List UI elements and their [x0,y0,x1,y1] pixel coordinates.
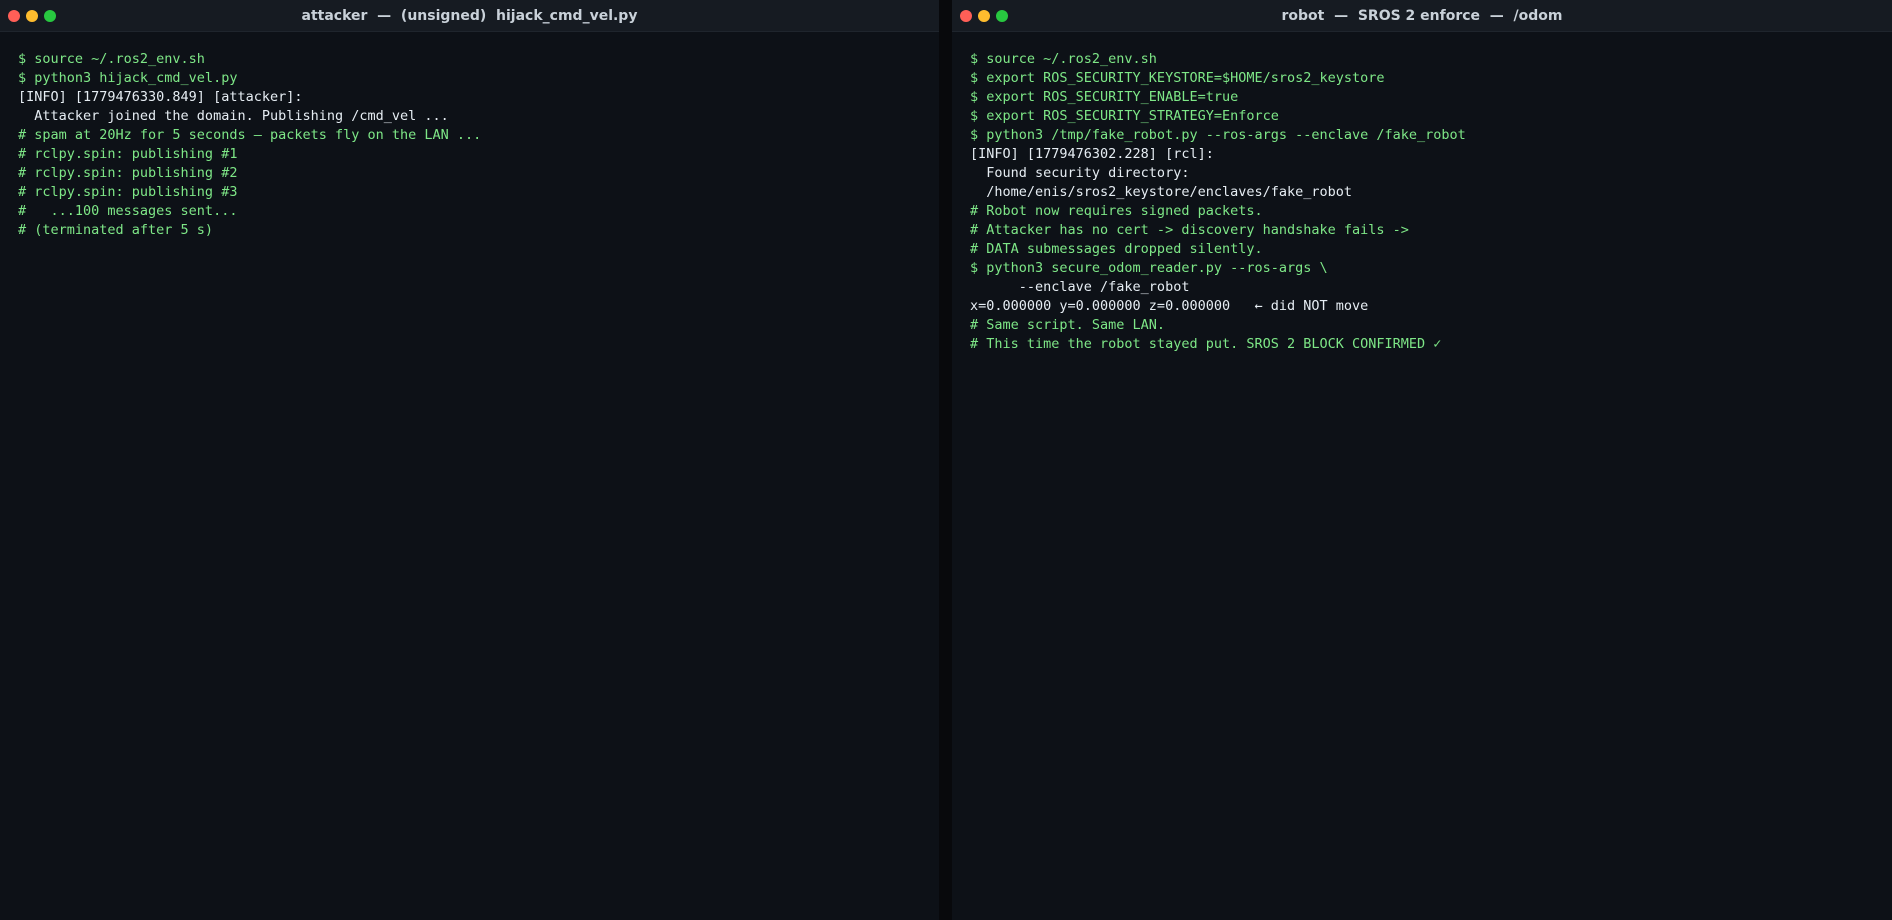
attacker-terminal-window[interactable]: attacker — (unsigned) hijack_cmd_vel.py … [0,0,939,920]
terminal-line: $ source ~/.ros2_env.sh [18,51,205,67]
attacker-terminal-titlebar[interactable]: attacker — (unsigned) hijack_cmd_vel.py [0,0,939,32]
terminal-line: # ...100 messages sent... [18,203,238,219]
terminal-line: [INFO] [1779476330.849] [attacker]: [18,89,303,105]
terminal-line: $ export ROS_SECURITY_STRATEGY=Enforce [970,108,1279,124]
terminal-line: $ python3 /tmp/fake_robot.py --ros-args … [970,127,1466,143]
terminal-line: # spam at 20Hz for 5 seconds — packets f… [18,127,482,143]
terminal-line: x=0.000000 y=0.000000 z=0.000000 ← did N… [970,298,1369,314]
attacker-terminal-title: attacker — (unsigned) hijack_cmd_vel.py [301,8,638,24]
robot-terminal-window[interactable]: robot — SROS 2 enforce — /odom $ source … [952,0,1892,920]
robot-terminal-output[interactable]: $ source ~/.ros2_env.sh $ export ROS_SEC… [952,32,1892,354]
terminal-line: [INFO] [1779476302.228] [rcl]: [970,146,1214,162]
terminal-line: # rclpy.spin: publishing #1 [18,146,238,162]
terminal-line: Found security directory: [970,165,1190,181]
terminal-line: Attacker joined the domain. Publishing /… [18,108,449,124]
terminal-line: # Same script. Same LAN. [970,317,1166,333]
terminal-line: # (terminated after 5 s) [18,222,214,238]
terminal-line: $ source ~/.ros2_env.sh [970,51,1157,67]
attacker-terminal-output[interactable]: $ source ~/.ros2_env.sh $ python3 hijack… [0,32,939,240]
terminal-line: $ export ROS_SECURITY_KEYSTORE=$HOME/sro… [970,70,1385,86]
terminal-line: # Attacker has no cert -> discovery hand… [970,222,1409,238]
terminal-line: # rclpy.spin: publishing #2 [18,165,238,181]
terminal-line: /home/enis/sros2_keystore/enclaves/fake_… [970,184,1353,200]
terminal-line: # Robot now requires signed packets. [970,203,1263,219]
terminal-line: --enclave /fake_robot [970,279,1190,295]
terminal-line: # rclpy.spin: publishing #3 [18,184,238,200]
terminal-line: # DATA submessages dropped silently. [970,241,1263,257]
terminal-line: # This time the robot stayed put. SROS 2… [970,336,1442,352]
robot-terminal-title: robot — SROS 2 enforce — /odom [1281,8,1563,24]
desktop: attacker — (unsigned) hijack_cmd_vel.py … [0,0,1892,920]
robot-terminal-titlebar[interactable]: robot — SROS 2 enforce — /odom [952,0,1892,32]
terminal-line: $ export ROS_SECURITY_ENABLE=true [970,89,1239,105]
terminal-line: $ python3 hijack_cmd_vel.py [18,70,238,86]
terminal-line: $ python3 secure_odom_reader.py --ros-ar… [970,260,1328,276]
